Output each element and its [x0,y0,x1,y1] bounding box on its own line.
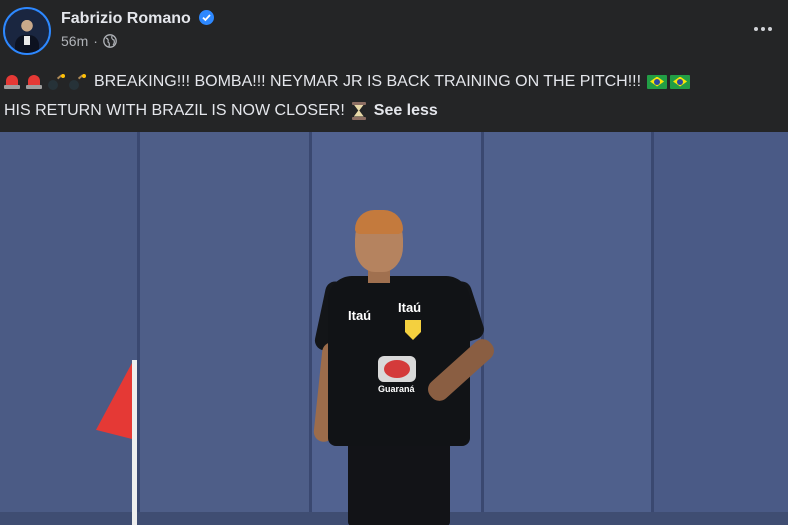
chest-patch [378,356,416,382]
wall-panel [140,132,312,525]
more-dot [754,27,758,31]
more-dot [761,27,765,31]
player-figure: Itaú Itaú Guaraná [300,210,510,525]
avatar-collar [24,36,30,45]
jersey-sponsor-left: Itaú [348,308,372,323]
more-options-icon[interactable] [749,18,777,40]
brazil-flag-icon [670,74,691,89]
post-text-line-2: HIS RETURN WITH BRAZIL IS NOW CLOSER! Se… [4,96,784,125]
globe-icon[interactable] [103,34,117,48]
bomb-icon [48,73,65,90]
hourglass-icon [351,101,366,120]
corner-flag-pole [132,360,137,525]
author-avatar[interactable] [3,7,51,55]
meta-separator: · [93,33,98,49]
police-light-icon [4,74,20,90]
bomb-icon [69,73,86,90]
post-meta: 56m · [61,33,117,49]
wall-panel [0,132,140,525]
author-name[interactable]: Fabrizio Romano [61,10,191,28]
more-dot [768,27,772,31]
see-less-link[interactable]: See less [374,96,438,125]
wall-panel [654,132,788,525]
jersey-sponsor-right: Itaú [398,300,422,315]
post-text-content-1: BREAKING!!! BOMBA!!! NEYMAR JR IS BACK T… [94,73,642,90]
chest-patch-text: Guaraná [378,384,415,394]
post-text-line-1: BREAKING!!! BOMBA!!! NEYMAR JR IS BACK T… [4,67,784,96]
post-time[interactable]: 56m [61,33,88,49]
brazil-flag-icon [647,74,668,89]
player-hair [355,210,403,234]
post-text: BREAKING!!! BOMBA!!! NEYMAR JR IS BACK T… [4,67,784,125]
player-shorts [348,436,450,525]
police-light-icon [26,74,42,90]
post-header: Fabrizio Romano 56m · [0,0,788,60]
verified-badge-icon [199,10,214,25]
post-text-content-2: HIS RETURN WITH BRAZIL IS NOW CLOSER! [4,102,345,119]
post-photo[interactable]: Itaú Itaú Guaraná [0,132,788,525]
